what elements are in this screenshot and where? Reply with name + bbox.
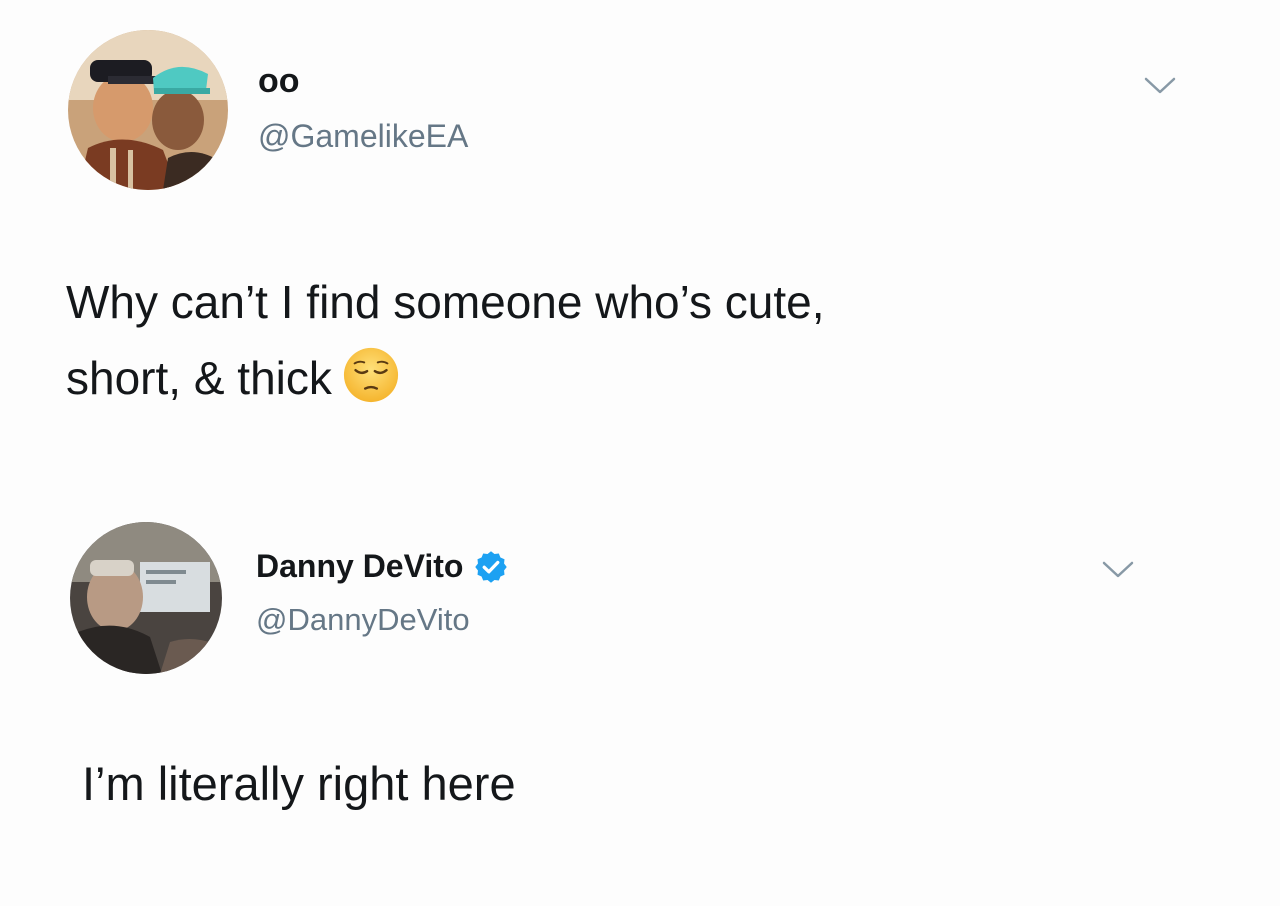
- user-handle[interactable]: @GamelikeEA: [258, 118, 468, 155]
- display-name[interactable]: Danny DeVito: [256, 548, 509, 585]
- chevron-down-icon[interactable]: [1140, 74, 1180, 98]
- tweet-reply: Danny DeVito @DannyDeVito I’m literally …: [0, 500, 1280, 900]
- tweet-text: I’m literally right here: [82, 746, 516, 822]
- verified-badge-icon: [473, 549, 509, 585]
- tweet-text-line: short, & thick: [66, 340, 825, 416]
- chevron-down-icon[interactable]: [1098, 558, 1138, 582]
- tweet-text-line: I’m literally right here: [82, 757, 516, 810]
- tweet-original: oo @GamelikeEA Why can’t I find someone …: [0, 0, 1280, 500]
- tweet-text-line: Why can’t I find someone who’s cute,: [66, 276, 825, 328]
- avatar[interactable]: [68, 30, 228, 190]
- pensive-face-emoji: [342, 346, 400, 404]
- tweet-text-line-content: short, & thick: [66, 352, 332, 404]
- tweet-screenshot: oo @GamelikeEA Why can’t I find someone …: [0, 0, 1280, 906]
- avatar-photo: [68, 30, 228, 190]
- avatar-photo: [70, 522, 222, 674]
- avatar[interactable]: [70, 522, 222, 674]
- display-name[interactable]: oo: [258, 62, 300, 101]
- display-name-text[interactable]: Danny DeVito: [256, 548, 463, 585]
- user-handle[interactable]: @DannyDeVito: [256, 602, 470, 638]
- tweet-text: Why can’t I find someone who’s cute, sho…: [66, 264, 825, 416]
